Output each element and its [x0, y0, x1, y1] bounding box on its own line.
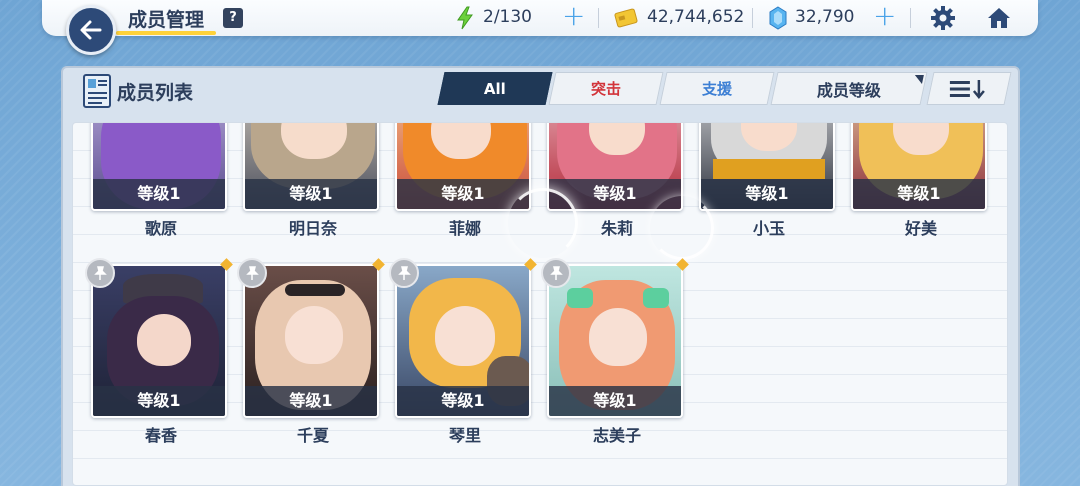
portrait-art	[713, 159, 825, 179]
member-level: 等级1	[701, 179, 833, 209]
add-gems-button[interactable]: +	[873, 2, 896, 30]
gem-icon	[769, 6, 787, 30]
member-level: 等级1	[245, 179, 377, 209]
member-level: 等级1	[93, 179, 225, 209]
member-list[interactable]: 等级1 歌原 等级1 明日奈 等级1 菲娜 等级1 朱莉 等级1 小玉 等级1 …	[72, 122, 1008, 486]
portrait-art	[285, 284, 345, 296]
member-card[interactable]: 等级1 小玉	[699, 123, 839, 239]
arrow-left-icon	[80, 20, 102, 40]
member-name: 小玉	[752, 219, 785, 238]
tab-special[interactable]: 支援	[659, 72, 775, 105]
member-level: 等级1	[853, 179, 985, 209]
tab-label: All	[484, 79, 506, 98]
pin-icon[interactable]	[389, 258, 419, 288]
tab-label: 突击	[590, 80, 621, 98]
member-card[interactable]: 等级1 明日奈	[243, 123, 383, 239]
member-name: 千夏	[296, 426, 329, 445]
pin-icon[interactable]	[85, 258, 115, 288]
member-card[interactable]: 等级1 好美	[851, 123, 991, 239]
member-portrait: 等级1	[395, 264, 531, 418]
home-icon[interactable]	[985, 4, 1013, 32]
dropdown-corner-icon	[912, 75, 924, 84]
gear-icon[interactable]	[929, 4, 957, 32]
member-name: 好美	[904, 219, 937, 238]
member-card[interactable]: 等级1 千夏	[237, 258, 385, 446]
divider	[598, 8, 599, 28]
portrait-art	[643, 288, 669, 308]
portrait-face	[435, 306, 495, 366]
member-portrait: 等级1	[699, 123, 835, 211]
stamina-value: 2/130	[483, 7, 532, 27]
portrait-face	[589, 308, 647, 366]
help-button[interactable]: ?	[223, 8, 243, 28]
tab-label: 支援	[701, 80, 732, 98]
member-portrait: 等级1	[547, 264, 683, 418]
member-card[interactable]: 等级1 琴里	[389, 258, 537, 446]
member-portrait: 等级1	[851, 123, 987, 211]
gems-value: 32,790	[795, 7, 855, 27]
member-card[interactable]: 等级1 志美子	[541, 258, 689, 446]
member-level: 等级1	[549, 386, 681, 416]
member-name: 志美子	[592, 426, 641, 445]
tab-striker[interactable]: 突击	[548, 72, 664, 105]
sort-label: 成员等级	[816, 80, 881, 100]
filter-tabs: All 突击 支援	[437, 72, 775, 105]
member-portrait: 等级1	[243, 264, 379, 418]
member-name: 歌原	[144, 219, 177, 238]
member-portrait: 等级1	[91, 123, 227, 211]
member-level: 等级1	[245, 386, 377, 416]
member-level: 等级1	[397, 179, 529, 209]
loading-spinner	[508, 188, 578, 258]
member-portrait: 等级1	[91, 264, 227, 418]
sort-order-button[interactable]	[926, 72, 1012, 105]
credit-card-icon	[614, 8, 638, 28]
add-stamina-button[interactable]: +	[562, 2, 585, 30]
page-title: 成员管理	[128, 9, 205, 31]
credits-value: 42,744,652	[647, 7, 745, 27]
portrait-face	[137, 314, 191, 366]
title-underline	[116, 31, 216, 35]
member-level: 等级1	[93, 386, 225, 416]
divider	[752, 8, 753, 28]
divider	[910, 8, 911, 28]
member-level: 等级1	[397, 386, 529, 416]
panel-title: 成员列表	[117, 82, 194, 104]
sort-dropdown[interactable]: 成员等级	[770, 72, 928, 105]
member-portrait: 等级1	[395, 123, 531, 211]
back-button[interactable]	[66, 5, 116, 55]
member-name: 琴里	[448, 426, 481, 445]
member-card[interactable]: 等级1 歌原	[91, 123, 231, 239]
member-name: 明日奈	[288, 219, 337, 238]
member-portrait: 等级1	[243, 123, 379, 211]
member-card[interactable]: 等级1 春香	[85, 258, 233, 446]
lightning-icon	[457, 6, 473, 30]
tab-all[interactable]: All	[437, 72, 553, 105]
sort-descending-icon	[950, 79, 985, 99]
loading-spinner	[650, 196, 714, 260]
pin-icon[interactable]	[541, 258, 571, 288]
member-list-icon	[83, 74, 111, 108]
portrait-art	[567, 288, 593, 308]
portrait-face	[285, 306, 343, 364]
pin-icon[interactable]	[237, 258, 267, 288]
member-name: 春香	[144, 426, 177, 445]
